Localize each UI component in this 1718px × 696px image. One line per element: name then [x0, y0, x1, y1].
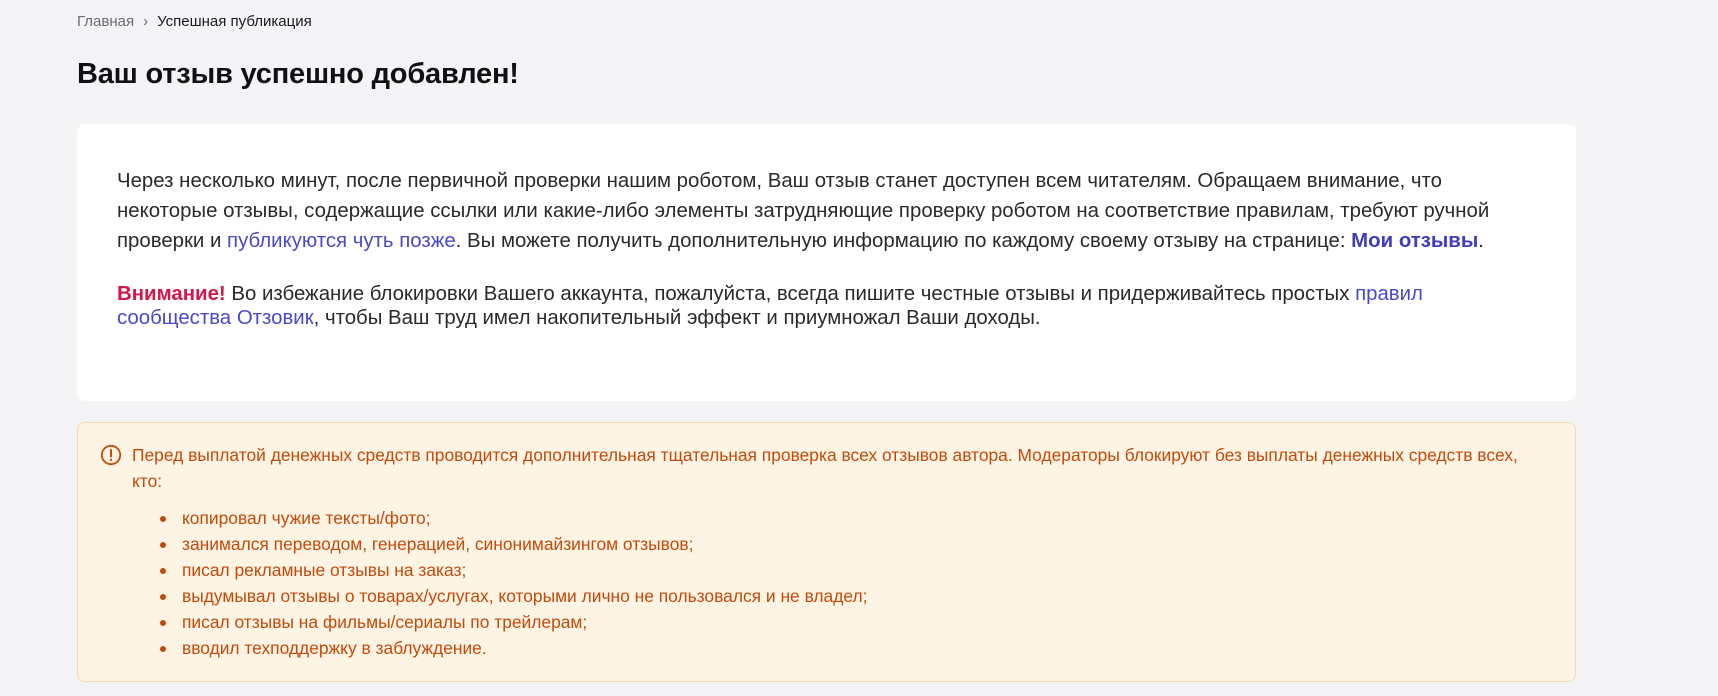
info-card: Через несколько минут, после первичной п… [77, 124, 1576, 401]
list-item: копировал чужие тексты/фото; [159, 505, 867, 531]
warning-paragraph: Внимание! Во избежание блокировки Вашего… [117, 282, 1536, 330]
breadcrumb-current: Успешная публикация [157, 13, 312, 30]
info-text-continued: . Вы можете получить дополнительную инфо… [455, 230, 1352, 252]
my-reviews-link[interactable]: Мои отзывы [1351, 230, 1478, 252]
publish-later-link[interactable]: публикуются чуть позже [227, 230, 456, 252]
list-item: писал отзывы на фильмы/сериалы по трейле… [159, 609, 867, 635]
page-title: Ваш отзыв успешно добавлен! [77, 58, 519, 90]
alert-list: копировал чужие тексты/фото; занимался п… [159, 505, 867, 661]
list-item: занимался переводом, генерацией, синоним… [159, 531, 867, 557]
warning-label: Внимание! [117, 283, 226, 305]
breadcrumb: Главная › Успешная публикация [77, 13, 312, 30]
list-item: писал рекламные отзывы на заказ; [159, 557, 867, 583]
warning-text: Во избежание блокировки Вашего аккаунта,… [225, 283, 1356, 305]
info-paragraph: Через несколько минут, после первичной п… [117, 166, 1536, 256]
breadcrumb-home-link[interactable]: Главная [77, 13, 134, 30]
list-item: выдумывал отзывы о товарах/услугах, кото… [159, 583, 867, 609]
list-item: вводил техподдержку в заблуждение. [159, 635, 867, 661]
warning-text-end: , чтобы Ваш труд имел накопительный эффе… [313, 307, 1041, 329]
payout-alert: Перед выплатой денежных средств проводит… [77, 422, 1576, 682]
alert-heading: Перед выплатой денежных средств проводит… [132, 445, 1518, 491]
alert-circle-icon [100, 444, 122, 466]
info-text-end: . [1478, 230, 1484, 252]
breadcrumb-chevron-icon: › [143, 13, 149, 30]
